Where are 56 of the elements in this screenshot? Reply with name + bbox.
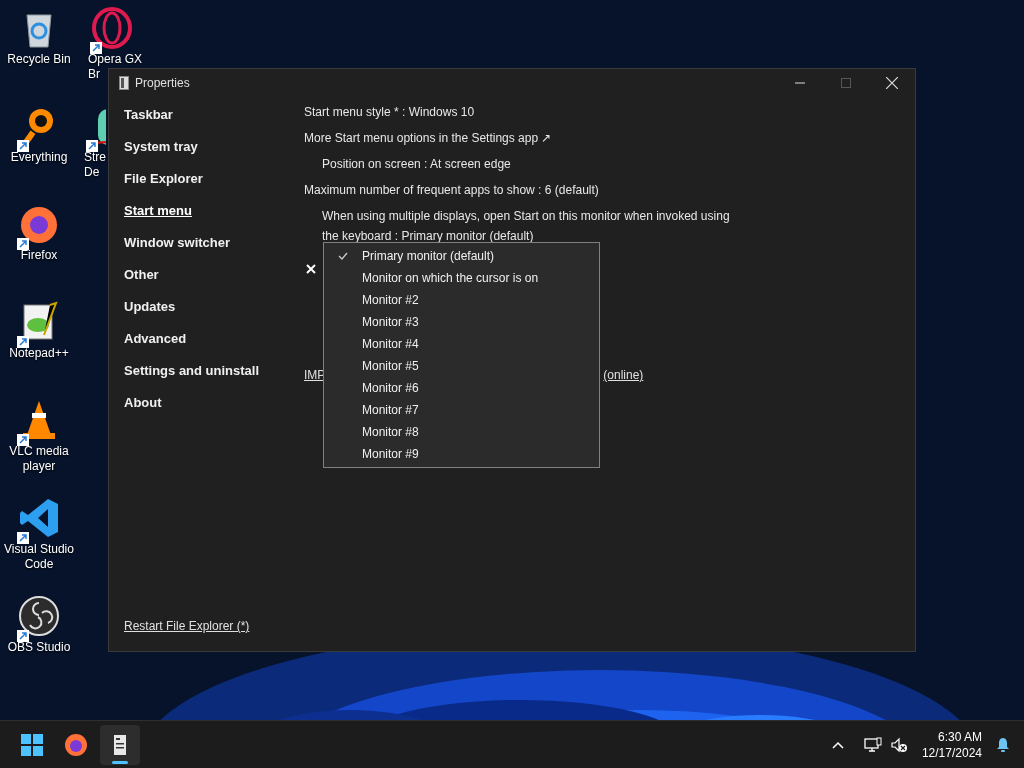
- chevron-up-icon[interactable]: [831, 740, 844, 749]
- network-icon[interactable]: [863, 736, 882, 753]
- icon-label: De: [84, 165, 100, 180]
- icon-label: Visual Studio: [4, 542, 74, 557]
- menu-item[interactable]: Monitor #9: [324, 443, 599, 465]
- maximize-icon: [841, 78, 851, 88]
- menu-item[interactable]: Monitor #8: [324, 421, 599, 443]
- taskbar-button[interactable]: [100, 724, 140, 765]
- icon-label: Recycle Bin: [7, 52, 71, 67]
- restart-link[interactable]: Restart File Explorer (*): [124, 617, 289, 635]
- setting-option[interactable]: Start menu style * : Windows 10: [304, 102, 724, 122]
- icon-label: player: [22, 459, 56, 474]
- setting-option[interactable]: Maximum number of frequent apps to show : 6 (default): [304, 180, 724, 200]
- fox-globe-icon: [64, 732, 88, 757]
- sidebar-item[interactable]: Other: [124, 265, 159, 285]
- sidebar-item[interactable]: Settings and uninstall: [124, 361, 260, 381]
- sidebar-item[interactable]: Start menu: [124, 201, 192, 221]
- setting-option[interactable]: When using multiple displays, open Start on this monitor when invoked using the keyboard : Primary monitor (default): [322, 206, 742, 246]
- bell-icon[interactable]: [996, 736, 1010, 753]
- ring-logo-icon[interactable]: [91, 7, 133, 49]
- app-icon: [119, 76, 129, 90]
- menu-item[interactable]: Monitor on which the cursor is on: [324, 267, 599, 289]
- menu-item[interactable]: Monitor #4: [324, 333, 599, 355]
- setting-option[interactable]: Position on screen : At screen edge: [322, 154, 742, 174]
- sidebar-item[interactable]: About: [124, 393, 162, 413]
- sidebar-item[interactable]: Taskbar: [124, 105, 173, 125]
- setting-option[interactable]: More Start menu options in the Settings app ↗: [304, 128, 724, 148]
- menu-item[interactable]: Primary monitor (default): [324, 245, 599, 267]
- sidebar-item[interactable]: Window switcher: [124, 233, 231, 253]
- ribbon-logo-icon[interactable]: [18, 497, 60, 539]
- icon-label: Opera GX: [88, 52, 143, 67]
- menu-item[interactable]: Monitor #5: [324, 355, 599, 377]
- menu-item[interactable]: Monitor #2: [324, 289, 599, 311]
- icon-label: Stre: [84, 150, 106, 165]
- icon-label: Notepad++: [9, 346, 69, 361]
- menu-item[interactable]: Monitor #6: [324, 377, 599, 399]
- sidebar-item[interactable]: System tray: [124, 137, 198, 157]
- icon-label: OBS Studio: [7, 640, 71, 655]
- icon-label: Firefox: [20, 248, 58, 263]
- link-text[interactable]: (online): [603, 366, 644, 384]
- icon-label: Code: [24, 557, 54, 572]
- icon-label: Everything: [10, 150, 68, 165]
- sidebar-item[interactable]: File Explorer: [124, 169, 203, 189]
- close-mark-icon: [306, 264, 316, 274]
- tri-circle-logo-icon[interactable]: [18, 595, 60, 637]
- clock[interactable]: 6:30 AM 12/17/2024: [921, 728, 982, 761]
- speaker-muted-icon[interactable]: [889, 736, 908, 753]
- sidebar-item[interactable]: Updates: [124, 297, 176, 317]
- icon-label: VLC media: [9, 444, 69, 459]
- menu-item[interactable]: Monitor #3: [324, 311, 599, 333]
- sidebar-item[interactable]: Advanced: [124, 329, 187, 349]
- window-title: Properties: [135, 75, 190, 92]
- menu-item[interactable]: Monitor #7: [324, 399, 599, 421]
- start-icon: [20, 732, 44, 757]
- icon-label: Br: [88, 67, 100, 82]
- close-icon: [886, 77, 898, 89]
